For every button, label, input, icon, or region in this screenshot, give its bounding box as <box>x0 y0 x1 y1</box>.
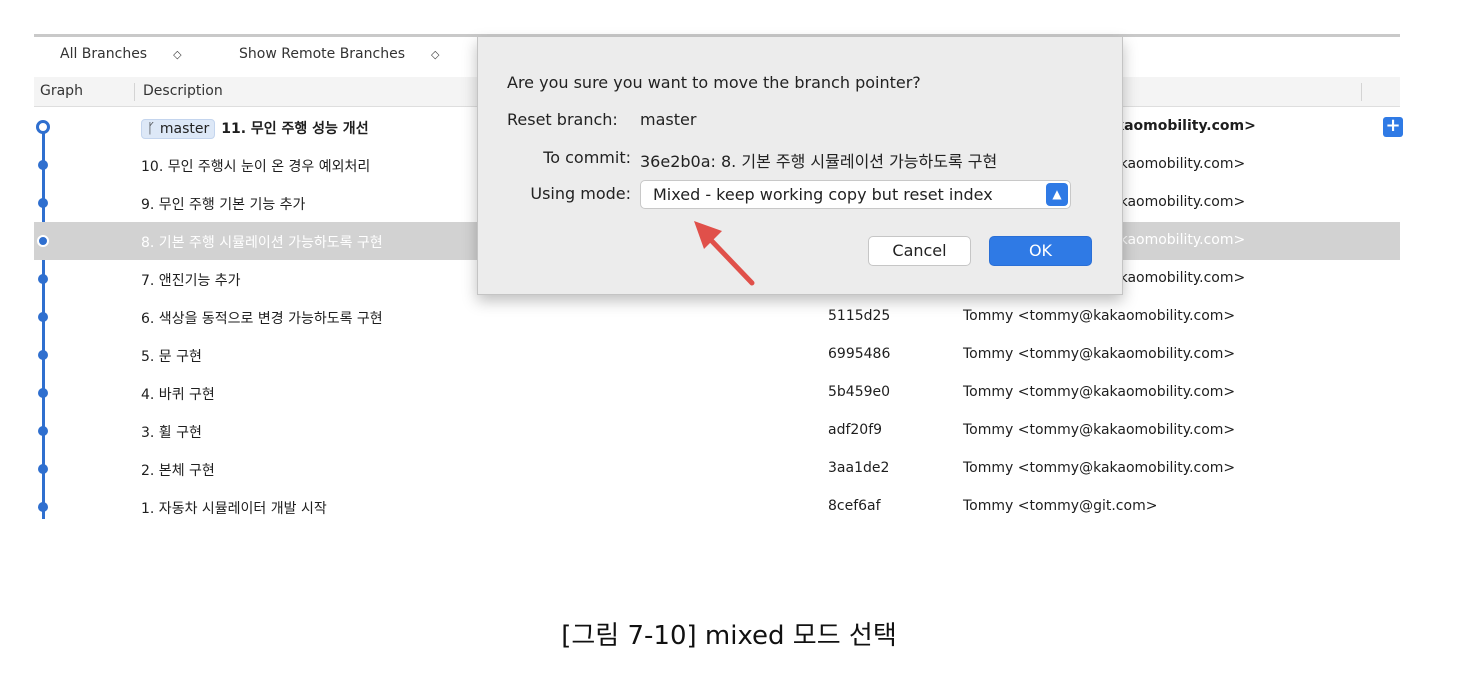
reset-branch-label: Reset branch: <box>507 110 618 129</box>
head-commit-node-icon <box>36 120 50 134</box>
commit-node-icon <box>38 274 48 284</box>
commit-hash: 3aa1de2 <box>828 460 890 476</box>
commit-description: 9. 무인 주행 기본 기능 추가 <box>141 197 306 213</box>
all-branches-label: All Branches <box>60 46 148 62</box>
commit-node-icon <box>38 388 48 398</box>
red-arrow-annotation-icon <box>694 221 755 286</box>
commit-node-icon <box>37 235 49 247</box>
commit-row[interactable]: 5. 문 구현 6995486 Tommy <tommy@kakaomobili… <box>34 336 1400 374</box>
commit-node-icon <box>38 198 48 208</box>
commit-node-icon <box>38 502 48 512</box>
commit-description: 10. 무인 주행시 눈이 온 경우 예외처리 <box>141 159 371 175</box>
using-mode-label: Using mode: <box>530 184 631 203</box>
reset-branch-dialog: Are you sure you want to move the branch… <box>477 37 1123 295</box>
column-divider[interactable] <box>1361 83 1362 101</box>
commit-description: 7. 앤진기능 추가 <box>141 273 241 289</box>
commit-description: 11. 무인 주행 성능 개선 <box>221 121 369 137</box>
updown-chevron-icon: ▲︎ <box>1046 183 1068 206</box>
updown-chevron-icon: ◇ <box>173 47 182 61</box>
all-branches-select[interactable]: All Branches ◇ <box>60 46 182 62</box>
figure-caption: [그림 7-10] mixed 모드 선택 <box>561 621 897 651</box>
commit-node-icon <box>38 312 48 322</box>
commit-row[interactable]: 6. 색상을 동적으로 변경 가능하도록 구현 5115d25 Tommy <t… <box>34 298 1400 336</box>
commit-hash: adf20f9 <box>828 422 883 438</box>
updown-chevron-icon: ◇ <box>430 47 440 61</box>
commit-author: akaomobility.com> <box>1111 156 1246 172</box>
commit-description: 8. 기본 주행 시뮬레이션 가능하도록 구현 <box>141 235 383 251</box>
commit-author: Tommy <tommy@git.com> <box>963 498 1158 514</box>
commit-author: Tommy <tommy@kakaomobility.com> <box>963 460 1236 476</box>
to-commit-value: 36e2b0a: 8. 기본 주행 시뮬레이션 가능하도록 구현 <box>640 152 998 171</box>
commit-author: akaomobility.com> <box>1111 232 1246 248</box>
reset-mode-value: Mixed - keep working copy but reset inde… <box>653 185 993 204</box>
arrow-shaft <box>705 234 755 286</box>
commit-node-icon <box>38 426 48 436</box>
commit-author: Tommy <tommy@kakaomobility.com> <box>963 308 1236 324</box>
to-commit-label: To commit: <box>543 148 631 167</box>
commit-row[interactable]: 2. 본체 구현 3aa1de2 Tommy <tommy@kakaomobil… <box>34 450 1400 488</box>
commit-row[interactable]: 1. 자동차 시뮬레이터 개발 시작 8cef6af Tommy <tommy@… <box>34 488 1400 526</box>
commit-hash: 5b459e0 <box>828 384 891 400</box>
commit-description: 5. 문 구현 <box>141 349 202 365</box>
commit-node-icon <box>38 160 48 170</box>
commit-description: 2. 본체 구현 <box>141 463 215 479</box>
commit-description: 3. 휠 구현 <box>141 425 202 441</box>
commit-hash: 6995486 <box>828 346 891 362</box>
commit-author: Tommy <tommy@kakaomobility.com> <box>963 346 1236 362</box>
commit-description: 6. 색상을 동적으로 변경 가능하도록 구현 <box>141 311 383 327</box>
reset-branch-value: master <box>640 110 697 129</box>
column-graph[interactable]: Graph <box>40 83 83 99</box>
commit-author: Tommy <tommy@kakaomobility.com> <box>963 422 1236 438</box>
commit-author: Tommy <tommy@kakaomobility.com> <box>963 384 1236 400</box>
commit-node-icon <box>38 464 48 474</box>
ok-button[interactable]: OK <box>989 236 1092 266</box>
commit-node-icon <box>38 350 48 360</box>
dialog-question: Are you sure you want to move the branch… <box>507 73 921 92</box>
branch-icon: ᚴ <box>147 121 160 137</box>
column-description[interactable]: Description <box>143 83 223 99</box>
commit-hash: 8cef6af <box>828 498 881 514</box>
commit-hash: 5115d25 <box>828 308 891 324</box>
commit-description: 1. 자동차 시뮬레이터 개발 시작 <box>141 501 327 517</box>
commit-row[interactable]: 4. 바퀴 구현 5b459e0 Tommy <tommy@kakaomobil… <box>34 374 1400 412</box>
cancel-button[interactable]: Cancel <box>868 236 971 266</box>
commit-row[interactable]: 3. 휠 구현 adf20f9 Tommy <tommy@kakaomobili… <box>34 412 1400 450</box>
show-remote-branches-select[interactable]: Show Remote Branches ◇ <box>239 46 439 62</box>
branch-tag-master[interactable]: ᚴ master <box>141 119 216 139</box>
commit-author: akaomobility.com> <box>1111 270 1246 286</box>
commit-author: akaomobility.com> <box>1111 194 1246 210</box>
branch-tag-label: master <box>159 121 210 137</box>
add-icon[interactable]: + <box>1383 117 1403 137</box>
commit-description: 4. 바퀴 구현 <box>141 387 215 403</box>
show-remote-label: Show Remote Branches <box>239 46 405 62</box>
column-divider[interactable] <box>134 83 135 101</box>
